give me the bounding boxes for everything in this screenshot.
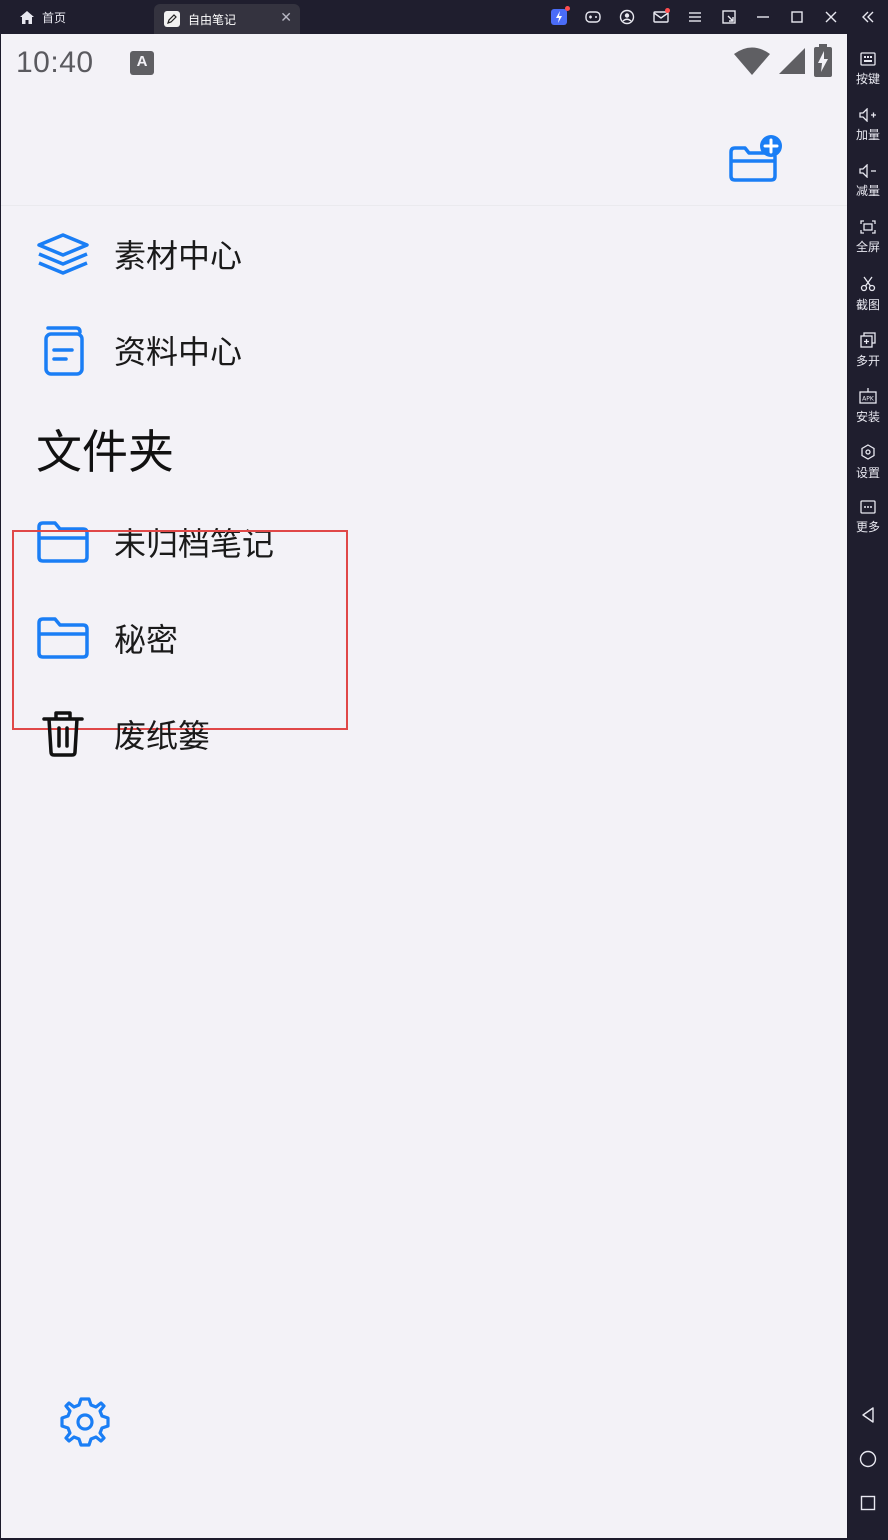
more-icon — [860, 500, 876, 514]
status-bar: 10:40 A — [1, 34, 847, 94]
folder-item-label: 未归档笔记 — [114, 525, 275, 563]
sidebar-multi-instance-button[interactable]: 多开 — [848, 330, 888, 382]
sidebar-item-label: 多开 — [855, 354, 880, 368]
sidebar-settings-button[interactable]: 设置 — [848, 442, 888, 494]
folders-section-title: 文件夹 — [36, 425, 174, 479]
account-icon[interactable] — [610, 0, 644, 34]
sidebar-item-label: 按键 — [855, 72, 880, 86]
keyboard-indicator-icon: A — [130, 51, 154, 75]
nav-back-button[interactable] — [848, 1398, 888, 1432]
minimize-icon[interactable] — [746, 0, 780, 34]
folder-item-label: 秘密 — [114, 621, 179, 659]
cellular-signal-icon — [779, 48, 805, 74]
sidebar-fullscreen-button[interactable]: 全屏 — [848, 218, 888, 270]
menu-item-label: 资料中心 — [114, 333, 243, 371]
fullscreen-icon — [860, 220, 876, 234]
settings-button[interactable] — [59, 1396, 111, 1448]
multi-instance-icon — [860, 332, 876, 348]
status-time: 10:40 — [16, 46, 94, 79]
folder-icon — [35, 514, 91, 570]
sidebar-install-button[interactable]: APK 安装 — [848, 386, 888, 438]
window-close-icon[interactable] — [814, 0, 848, 34]
volume-down-icon — [859, 164, 876, 178]
scissors-icon — [860, 276, 876, 292]
apk-install-icon: APK — [859, 388, 877, 404]
sidebar-item-label: 更多 — [855, 520, 880, 534]
home-icon — [20, 10, 34, 24]
sidebar-item-label: 加量 — [855, 128, 880, 142]
home-tab[interactable]: 首页 — [0, 0, 150, 34]
menu-item-trash[interactable]: 废纸篓 — [1, 686, 847, 782]
menu-item-resource-center[interactable]: 资料中心 — [1, 302, 847, 398]
sidebar-item-label: 安装 — [855, 410, 880, 424]
pin-window-icon[interactable] — [712, 0, 746, 34]
document-icon — [35, 322, 91, 378]
app-tab-label: 自由笔记 — [188, 12, 237, 27]
volume-up-icon — [859, 108, 876, 122]
home-circle-icon — [859, 1450, 877, 1468]
trash-icon — [35, 706, 91, 762]
layers-icon — [35, 226, 91, 282]
nav-home-button[interactable] — [848, 1442, 888, 1476]
folder-item-unarchived-notes[interactable]: 未归档笔记 — [1, 494, 847, 590]
sidebar-screenshot-button[interactable]: 截图 — [848, 274, 888, 326]
battery-charging-icon — [814, 44, 832, 77]
sidebar-volume-up-button[interactable]: 加量 — [848, 106, 888, 158]
back-triangle-icon — [862, 1407, 874, 1423]
folder-icon — [35, 610, 91, 666]
gear-icon — [60, 1397, 110, 1447]
sidebar-item-label: 截图 — [855, 298, 880, 312]
sidebar-more-button[interactable]: 更多 — [848, 498, 888, 550]
folder-add-icon — [729, 135, 782, 182]
folder-item-secret[interactable]: 秘密 — [1, 590, 847, 686]
emulator-sidebar: 按键 加量 减量 全屏 截图 多开 APK 安装 设置 更多 — [848, 34, 888, 1540]
menu-item-material-center[interactable]: 素材中心 — [1, 206, 847, 302]
sidebar-collapse-icon[interactable] — [848, 0, 888, 34]
new-folder-button[interactable] — [727, 134, 783, 184]
sidebar-item-label: 减量 — [855, 184, 880, 198]
menu-item-label: 素材中心 — [114, 237, 243, 275]
sidebar-item-label: 设置 — [855, 466, 880, 480]
keyboard-icon — [860, 52, 876, 66]
settings-hex-icon — [861, 444, 875, 460]
app-tab[interactable]: 自由笔记 ✕ — [154, 4, 300, 34]
app-pen-icon — [164, 11, 180, 27]
svg-text:APK: APK — [862, 396, 875, 403]
tab-close-icon[interactable]: ✕ — [280, 11, 292, 25]
sidebar-volume-down-button[interactable]: 减量 — [848, 162, 888, 214]
drawer-header — [1, 94, 847, 206]
home-tab-label: 首页 — [42, 10, 67, 25]
menu-icon[interactable] — [678, 0, 712, 34]
sidebar-item-label: 全屏 — [855, 240, 880, 254]
emulator-titlebar: 首页 自由笔记 ✕ — [0, 0, 888, 34]
wifi-icon — [734, 47, 770, 75]
phone-screen: 10:40 A 素材中心 资料中心 文件夹 未归档笔记 秘密 废纸篓 — [1, 34, 847, 1538]
boost-icon[interactable] — [542, 0, 576, 34]
gamepad-icon[interactable] — [576, 0, 610, 34]
recents-square-icon — [860, 1495, 876, 1511]
nav-recents-button[interactable] — [848, 1486, 888, 1520]
maximize-icon[interactable] — [780, 0, 814, 34]
trash-label: 废纸篓 — [114, 717, 211, 755]
mail-icon[interactable] — [644, 0, 678, 34]
sidebar-keys-button[interactable]: 按键 — [848, 50, 888, 102]
